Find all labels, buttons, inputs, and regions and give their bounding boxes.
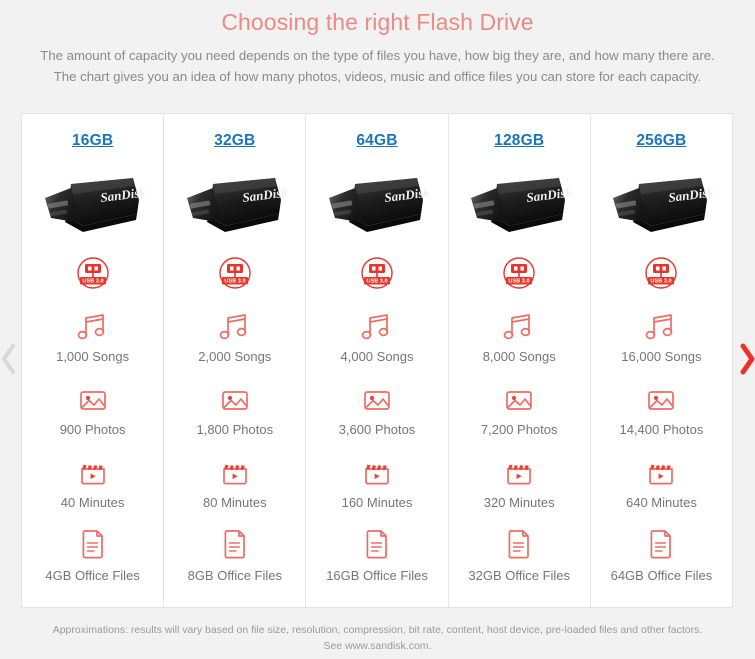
photo-icon	[75, 381, 111, 415]
music-note-icon	[217, 308, 253, 342]
video-clapperboard-icon	[643, 454, 679, 488]
footnote-line-2: See www.sandisk.com.	[323, 640, 432, 652]
sandisk-flash-drive-image: SanDisk	[183, 170, 287, 242]
capacity-column-64gb: 64GB SanDisk USB 3.0 4,000 Songs 3,600 P…	[306, 114, 449, 607]
capacity-column-256gb: 256GB SanDisk USB 3.0 16,000 Songs 14,40…	[591, 114, 732, 607]
footnote-line-1: Approximations: results will vary based …	[52, 624, 703, 636]
document-icon	[359, 527, 395, 561]
music-note-icon	[643, 308, 679, 342]
carousel-prev-arrow-icon[interactable]	[0, 342, 19, 376]
carousel-next-arrow-icon[interactable]	[737, 342, 755, 376]
metric-songs: 16,000 Songs	[621, 308, 702, 364]
capacity-column-32gb: 32GB SanDisk USB 3.0 2,000 Songs 1,800 P…	[164, 114, 307, 607]
minutes-value: 40 Minutes	[60, 495, 125, 510]
songs-value: 2,000 Songs	[198, 349, 272, 364]
metric-video-minutes: 160 Minutes	[341, 454, 413, 510]
office-files-value: 32GB Office Files	[468, 568, 571, 583]
video-clapperboard-icon	[75, 454, 111, 488]
minutes-value: 640 Minutes	[626, 495, 697, 510]
capacity-link-32gb[interactable]: 32GB	[214, 132, 255, 150]
music-note-icon	[501, 308, 537, 342]
capacity-link-256gb[interactable]: 256GB	[636, 132, 686, 150]
usb-badge-label: USB 3.0	[509, 279, 530, 285]
page-header: Choosing the right Flash Drive The amoun…	[0, 0, 755, 87]
metric-video-minutes: 80 Minutes	[203, 454, 267, 510]
photos-value: 3,600 Photos	[338, 422, 416, 437]
usb-badge-label: USB 3.0	[366, 279, 387, 285]
document-icon	[643, 527, 679, 561]
capacity-link-128gb[interactable]: 128GB	[494, 132, 544, 150]
music-note-icon	[75, 308, 111, 342]
page-subtitle: The amount of capacity you need depends …	[20, 45, 736, 87]
metric-office-files: 32GB Office Files	[468, 527, 570, 583]
video-clapperboard-icon	[217, 454, 253, 488]
page-subtitle-line-1: The amount of capacity you need depends …	[40, 48, 715, 63]
photo-icon	[643, 381, 679, 415]
photo-icon	[217, 381, 253, 415]
video-clapperboard-icon	[501, 454, 537, 488]
usb-3-badge-icon: USB 3.0	[640, 256, 682, 292]
page-title: Choosing the right Flash Drive	[221, 9, 534, 35]
songs-value: 1,000 Songs	[56, 349, 130, 364]
sandisk-flash-drive-image: SanDisk	[325, 170, 429, 242]
metric-photos: 3,600 Photos	[338, 381, 416, 437]
capacity-comparison-table: 16GB SanDisk USB 3.0 1,000 Songs 900 Pho…	[21, 113, 733, 608]
metric-office-files: 16GB Office Files	[326, 527, 428, 583]
minutes-value: 160 Minutes	[341, 495, 413, 510]
metric-songs: 2,000 Songs	[198, 308, 271, 364]
capacity-column-128gb: 128GB SanDisk USB 3.0 8,000 Songs 7,200 …	[449, 114, 591, 607]
office-files-value: 8GB Office Files	[187, 568, 282, 583]
sandisk-flash-drive-image: SanDisk	[467, 170, 571, 242]
capacity-column-16gb: 16GB SanDisk USB 3.0 1,000 Songs 900 Pho…	[22, 114, 165, 607]
songs-value: 16,000 Songs	[621, 349, 702, 364]
office-files-value: 64GB Office Files	[610, 568, 713, 583]
footnote: Approximations: results will vary based …	[0, 622, 755, 654]
metric-office-files: 64GB Office Files	[610, 527, 713, 583]
usb-badge-label: USB 3.0	[651, 279, 672, 285]
document-icon	[75, 527, 111, 561]
metric-songs: 8,000 Songs	[483, 308, 556, 364]
usb-3-badge-icon: USB 3.0	[72, 256, 114, 292]
sandisk-flash-drive-image: SanDisk	[609, 170, 713, 242]
office-files-value: 16GB Office Files	[326, 568, 428, 583]
minutes-value: 320 Minutes	[483, 495, 555, 510]
minutes-value: 80 Minutes	[203, 495, 267, 510]
photo-icon	[359, 381, 395, 415]
photos-value: 7,200 Photos	[480, 422, 558, 437]
photos-value: 1,800 Photos	[196, 422, 274, 437]
capacity-link-16gb[interactable]: 16GB	[72, 132, 113, 150]
music-note-icon	[359, 308, 395, 342]
document-icon	[217, 527, 253, 561]
metric-photos: 7,200 Photos	[481, 381, 558, 437]
usb-badge-label: USB 3.0	[82, 279, 103, 285]
songs-value: 8,000 Songs	[482, 349, 556, 364]
songs-value: 4,000 Songs	[340, 349, 414, 364]
photos-value: 900 Photos	[59, 422, 126, 437]
metric-office-files: 4GB Office Files	[45, 527, 140, 583]
document-icon	[501, 527, 537, 561]
page-subtitle-line-2: The chart gives you an idea of how many …	[53, 69, 702, 84]
metric-songs: 4,000 Songs	[341, 308, 414, 364]
metric-video-minutes: 40 Minutes	[60, 454, 125, 510]
sandisk-flash-drive-image: SanDisk	[41, 170, 145, 242]
metric-photos: 14,400 Photos	[619, 381, 703, 437]
metric-songs: 1,000 Songs	[56, 308, 129, 364]
photo-icon	[501, 381, 537, 415]
metric-video-minutes: 640 Minutes	[626, 454, 697, 510]
usb-3-badge-icon: USB 3.0	[214, 256, 256, 292]
metric-photos: 1,800 Photos	[196, 381, 273, 437]
capacity-link-64gb[interactable]: 64GB	[356, 132, 397, 150]
metric-photos: 900 Photos	[59, 381, 126, 437]
metric-video-minutes: 320 Minutes	[484, 454, 555, 510]
video-clapperboard-icon	[359, 454, 395, 488]
usb-3-badge-icon: USB 3.0	[498, 256, 540, 292]
photos-value: 14,400 Photos	[619, 422, 704, 437]
usb-badge-label: USB 3.0	[224, 279, 245, 285]
metric-office-files: 8GB Office Files	[188, 527, 282, 583]
usb-3-badge-icon: USB 3.0	[356, 256, 398, 292]
office-files-value: 4GB Office Files	[45, 568, 140, 583]
